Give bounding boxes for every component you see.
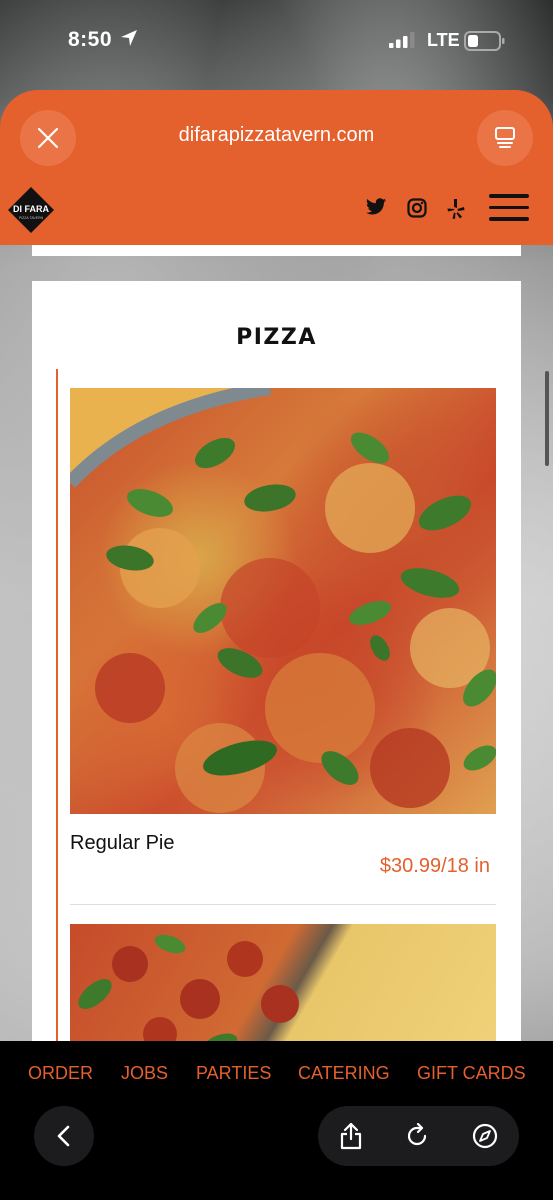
logo-subtext: PIZZA TAVERN [19,216,44,220]
menu-section-card: PIZZA Regular Pie $30.99/18 in [32,281,521,1064]
site-logo[interactable]: DI FARA PIZZA TAVERN [6,185,56,235]
bottom-nav: ORDER JOBS PARTIES CATERING GIFT CARDS [0,1041,553,1106]
scroll-indicator[interactable] [545,371,549,466]
nav-gift-cards[interactable]: GIFT CARDS [417,1063,526,1084]
battery-icon [464,30,506,57]
nav-catering[interactable]: CATERING [298,1063,390,1084]
site-header: difarapizzatavern.com DI FARA PIZZA TAVE… [0,90,553,245]
reader-icon [495,127,515,148]
back-button[interactable] [34,1106,94,1166]
nav-jobs[interactable]: JOBS [121,1063,168,1084]
item-name[interactable]: Regular Pie [70,832,175,855]
item-divider [70,904,496,905]
share-icon[interactable] [336,1121,366,1151]
chevron-left-icon [57,1125,70,1147]
nav-parties[interactable]: PARTIES [196,1063,271,1084]
close-button[interactable] [20,110,76,166]
yelp-icon[interactable] [447,198,465,220]
network-type: LTE [427,30,460,50]
accent-line [56,369,58,1059]
compass-icon[interactable] [470,1121,500,1151]
cellular-signal-icon [389,32,417,53]
twitter-icon[interactable] [366,198,386,215]
instagram-icon[interactable] [407,198,427,218]
regular-pie-image[interactable] [70,388,496,814]
item-price: $30.99/18 in [379,855,490,877]
browser-toolbar [0,1106,553,1200]
reload-icon[interactable] [402,1121,432,1151]
status-bar: 8:50 LTE [0,0,553,86]
toolbar-actions [318,1106,519,1166]
previous-section-card [32,245,521,256]
reader-mode-button[interactable] [477,110,533,166]
hamburger-menu-icon[interactable] [489,194,529,224]
section-title: PIZZA [236,325,317,350]
location-arrow-icon [120,29,138,52]
status-time: 8:50 [68,28,113,51]
close-icon [37,127,59,149]
logo-text: DI FARA [13,204,50,214]
nav-order[interactable]: ORDER [28,1063,93,1084]
address-bar-url[interactable]: difarapizzatavern.com [120,124,433,147]
